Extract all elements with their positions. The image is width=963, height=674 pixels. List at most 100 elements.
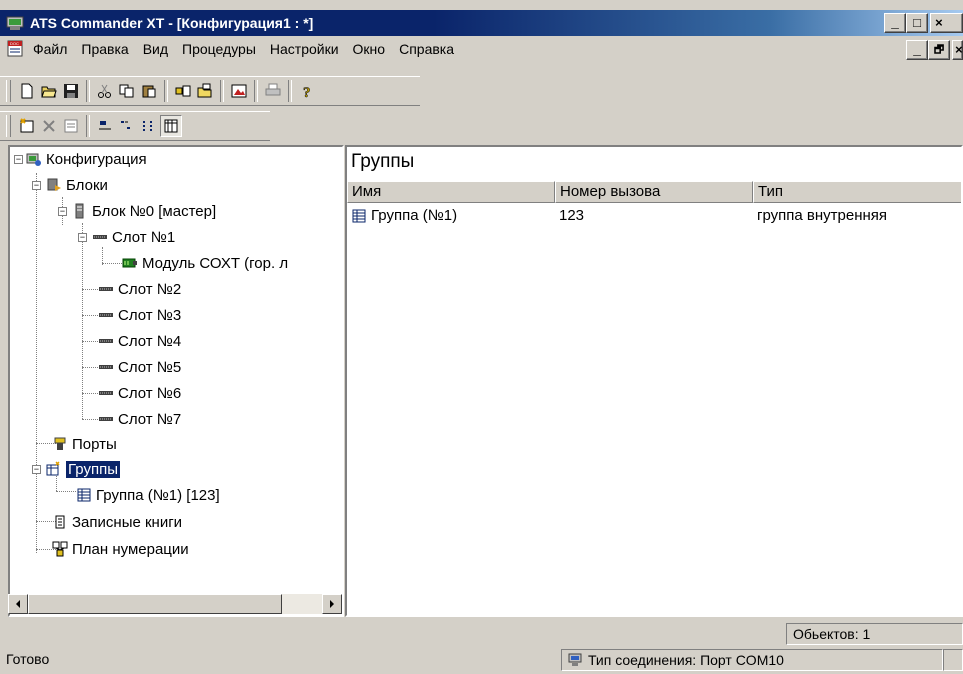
paste-icon[interactable] (138, 80, 160, 102)
groups-list-view[interactable]: Группы Имя Номер вызова Тип Группа (№1) … (345, 145, 963, 617)
menu-file[interactable]: Файл (26, 36, 74, 62)
slot-icon (99, 339, 113, 343)
toolbar-separator (288, 80, 292, 102)
notebook-icon (55, 515, 65, 529)
tree-node-groups[interactable]: Группы (46, 457, 121, 481)
group-icon (352, 209, 366, 222)
menu-window[interactable]: Окно (346, 36, 393, 62)
tree-node-blocks[interactable]: Блоки (46, 173, 108, 197)
menu-help[interactable]: Справка (392, 36, 461, 62)
minimize-button[interactable]: _ (884, 13, 906, 33)
scroll-left-icon[interactable] (8, 594, 28, 614)
tree-node-group1[interactable]: Группа (№1) [123] (76, 483, 220, 507)
tree-node-configuration[interactable]: Конфигурация (26, 147, 147, 171)
scroll-thumb[interactable] (28, 594, 282, 614)
menu-edit[interactable]: Правка (74, 36, 135, 62)
new-icon[interactable] (16, 80, 38, 102)
print-icon[interactable] (262, 80, 284, 102)
document-icon[interactable]: DOC (6, 40, 24, 58)
slot-icon (99, 417, 113, 421)
add-block-icon[interactable] (172, 80, 194, 102)
blocks-icon (47, 178, 61, 191)
tree-horizontal-scrollbar[interactable] (8, 594, 342, 614)
tree-node-slot4[interactable]: Слот №4 (98, 329, 181, 353)
child-close-button[interactable]: × (952, 40, 963, 60)
tree-node-ports[interactable]: Порты (52, 432, 117, 456)
tree-node-slot1[interactable]: Слот №1 (92, 225, 175, 249)
maximize-button[interactable]: □ (906, 13, 928, 33)
standard-toolbar: ? (0, 76, 420, 106)
properties-icon[interactable] (60, 115, 82, 137)
small-icons-icon[interactable] (116, 115, 138, 137)
configuration-icon (26, 153, 41, 166)
collapse-groups-icon[interactable]: − (32, 465, 41, 475)
window-title: ATS Commander XT - [Конфигурация1 : *] (30, 15, 314, 31)
tree-node-module[interactable]: Модуль СОХТ (гор. л (122, 251, 288, 275)
slot-icon (93, 235, 107, 239)
toolbar-grip[interactable] (6, 80, 11, 102)
app-icon (6, 16, 24, 30)
menu-bar: DOC Файл Правка Вид Процедуры Настройки … (0, 36, 963, 62)
connection-icon (568, 653, 582, 666)
slot-icon (99, 365, 113, 369)
size-grip[interactable] (943, 649, 963, 671)
column-header-type[interactable]: Тип (753, 181, 961, 203)
view-icon[interactable] (228, 80, 250, 102)
tree-node-slot7[interactable]: Слот №7 (98, 407, 181, 431)
collapse-slot1-icon[interactable]: − (78, 233, 87, 243)
configuration-tree[interactable]: − Конфигурация − Блоки − Блок №0 [мастер… (8, 145, 344, 617)
collapse-block0-icon[interactable]: − (58, 207, 67, 217)
ports-icon (54, 437, 66, 450)
open-folder-icon[interactable] (194, 80, 216, 102)
menu-procedures[interactable]: Процедуры (175, 36, 263, 62)
close-button[interactable]: × (930, 13, 963, 33)
row-number: 123 (559, 207, 585, 224)
row-name: Группа (№1) (371, 207, 458, 224)
add-object-icon[interactable] (16, 115, 38, 137)
group-icon (77, 488, 91, 502)
open-icon[interactable] (38, 80, 60, 102)
toolbar-separator (254, 80, 258, 102)
tree-node-notebooks[interactable]: Записные книги (52, 510, 182, 534)
large-icons-icon[interactable] (94, 115, 116, 137)
scroll-right-icon[interactable] (322, 594, 342, 614)
delete-icon[interactable] (38, 115, 60, 137)
help-icon[interactable]: ? (296, 80, 318, 102)
menu-settings[interactable]: Настройки (263, 36, 346, 62)
numbering-plan-icon (52, 541, 68, 557)
toolbar-grip[interactable] (6, 115, 11, 137)
list-title: Группы (351, 151, 415, 172)
tree-node-slot2[interactable]: Слот №2 (98, 277, 181, 301)
tree-node-slot5[interactable]: Слот №5 (98, 355, 181, 379)
copy-icon[interactable] (116, 80, 138, 102)
column-header-number[interactable]: Номер вызова (555, 181, 753, 203)
child-restore-button[interactable]: 🗗 (928, 40, 950, 60)
list-row[interactable]: Группа (№1) (351, 207, 457, 224)
slot-icon (99, 313, 113, 317)
save-icon[interactable] (60, 80, 82, 102)
cut-icon[interactable] (94, 80, 116, 102)
toolbar-separator (86, 115, 90, 137)
module-icon (122, 258, 137, 268)
toolbar-separator (164, 80, 168, 102)
list-icon[interactable] (138, 115, 160, 137)
svg-text:DOC: DOC (10, 41, 19, 46)
collapse-blocks-icon[interactable]: − (32, 181, 41, 191)
toolbar-separator (220, 80, 224, 102)
menu-view[interactable]: Вид (136, 36, 175, 62)
status-ready: Готово (6, 651, 50, 667)
objects-count: Обьектов: 1 (786, 623, 963, 645)
column-header-name[interactable]: Имя (347, 181, 555, 203)
block-icon (75, 203, 84, 219)
tree-node-slot6[interactable]: Слот №6 (98, 381, 181, 405)
tree-node-slot3[interactable]: Слот №3 (98, 303, 181, 327)
toolbar-separator (86, 80, 90, 102)
details-icon[interactable] (160, 115, 182, 137)
connection-status: Тип соединения: Порт COM10 (561, 649, 943, 671)
collapse-root-icon[interactable]: − (14, 155, 23, 165)
child-minimize-button[interactable]: _ (906, 40, 928, 60)
objects-toolbar (0, 111, 270, 141)
tree-node-numbering[interactable]: План нумерации (52, 537, 189, 561)
tree-node-block0[interactable]: Блок №0 [мастер] (72, 199, 216, 223)
row-type: группа внутренняя (757, 207, 888, 224)
